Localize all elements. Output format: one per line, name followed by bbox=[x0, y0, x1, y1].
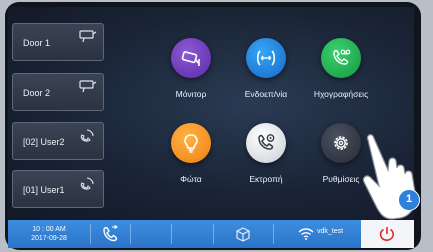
camera-icon bbox=[79, 30, 97, 43]
app-label: Ενδοεπ/νία bbox=[244, 89, 288, 99]
app-icon-circle bbox=[246, 123, 286, 163]
divider bbox=[130, 224, 131, 244]
contact-label: [02] User2 bbox=[23, 137, 65, 147]
camera-icon bbox=[79, 80, 97, 93]
handset-icon bbox=[80, 177, 94, 190]
intercom-icon bbox=[256, 50, 276, 66]
contact-door-1[interactable]: Door 1 bbox=[12, 23, 104, 61]
divider bbox=[213, 224, 214, 244]
wifi-network-name: vdk_test bbox=[317, 228, 344, 235]
app-label: Φώτα bbox=[180, 174, 202, 184]
bottom-status-bar: 10 : 00 AM 2017-09-28 vdk_test bbox=[8, 220, 414, 248]
clock: 10 : 00 AM 2017-09-28 bbox=[8, 220, 90, 248]
power-icon bbox=[379, 227, 395, 241]
light-bulb-icon bbox=[184, 134, 198, 153]
app-icon-circle bbox=[246, 38, 286, 78]
package-icon[interactable] bbox=[234, 225, 252, 243]
app-label: Ηχογραφήσεις bbox=[313, 89, 369, 99]
voicemail-icon bbox=[333, 49, 351, 65]
gear-icon bbox=[334, 136, 348, 150]
clock-date: 2017-09-28 bbox=[31, 235, 67, 242]
app-icon-circle bbox=[321, 123, 361, 163]
step-number-badge: 1 bbox=[398, 189, 420, 211]
handset-icon bbox=[80, 129, 94, 142]
cctv-camera-icon bbox=[181, 51, 200, 66]
divider bbox=[273, 224, 274, 244]
app-lights[interactable]: Φώτα bbox=[150, 123, 232, 203]
divider bbox=[90, 224, 91, 244]
contact-door-2[interactable]: Door 2 bbox=[12, 73, 104, 111]
contact-label: [01] User1 bbox=[23, 185, 65, 195]
app-icon-circle bbox=[321, 38, 361, 78]
app-intercom[interactable]: Ενδοεπ/νία bbox=[225, 38, 307, 118]
app-recordings[interactable]: Ηχογραφήσεις bbox=[300, 38, 382, 118]
call-log-icon[interactable] bbox=[101, 225, 119, 243]
app-label: Μόνιτορ bbox=[175, 89, 207, 99]
divider bbox=[171, 224, 172, 244]
contact-user-2[interactable]: [02] User2 bbox=[12, 122, 104, 160]
call-forward-icon bbox=[258, 134, 275, 150]
app-label: Εκτροπή bbox=[249, 174, 283, 184]
contact-label: Door 2 bbox=[23, 88, 51, 98]
app-call-forward[interactable]: Εκτροπή bbox=[225, 123, 307, 203]
contact-user-1[interactable]: [01] User1 bbox=[12, 170, 104, 208]
contact-label: Door 1 bbox=[23, 38, 51, 48]
app-icon-circle bbox=[171, 123, 211, 163]
app-icon-circle bbox=[171, 38, 211, 78]
wifi-icon[interactable] bbox=[298, 227, 314, 241]
app-monitor[interactable]: Μόνιτορ bbox=[150, 38, 232, 118]
clock-time: 10 : 00 AM bbox=[32, 226, 66, 233]
power-button[interactable] bbox=[361, 220, 414, 248]
